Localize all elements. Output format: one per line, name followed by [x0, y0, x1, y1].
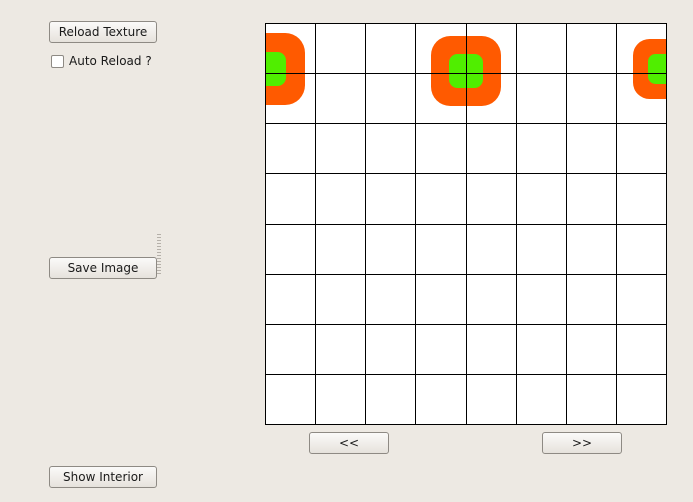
texture-view	[265, 23, 667, 425]
next-button[interactable]: >>	[542, 432, 622, 454]
reload-texture-button[interactable]: Reload Texture	[49, 21, 157, 43]
show-interior-button[interactable]: Show Interior	[49, 466, 157, 488]
blob-left-inner	[265, 52, 286, 86]
texture-canvas[interactable]	[265, 23, 667, 425]
blob-left	[265, 33, 305, 105]
save-image-button[interactable]: Save Image	[49, 257, 157, 279]
blob-right-inner	[648, 54, 667, 84]
auto-reload-option[interactable]: Auto Reload ?	[51, 53, 152, 69]
previous-button[interactable]: <<	[309, 432, 389, 454]
blob-right	[633, 39, 667, 99]
splitter-handle[interactable]	[157, 234, 161, 276]
auto-reload-checkbox[interactable]	[51, 54, 64, 68]
auto-reload-label: Auto Reload ?	[69, 54, 152, 68]
